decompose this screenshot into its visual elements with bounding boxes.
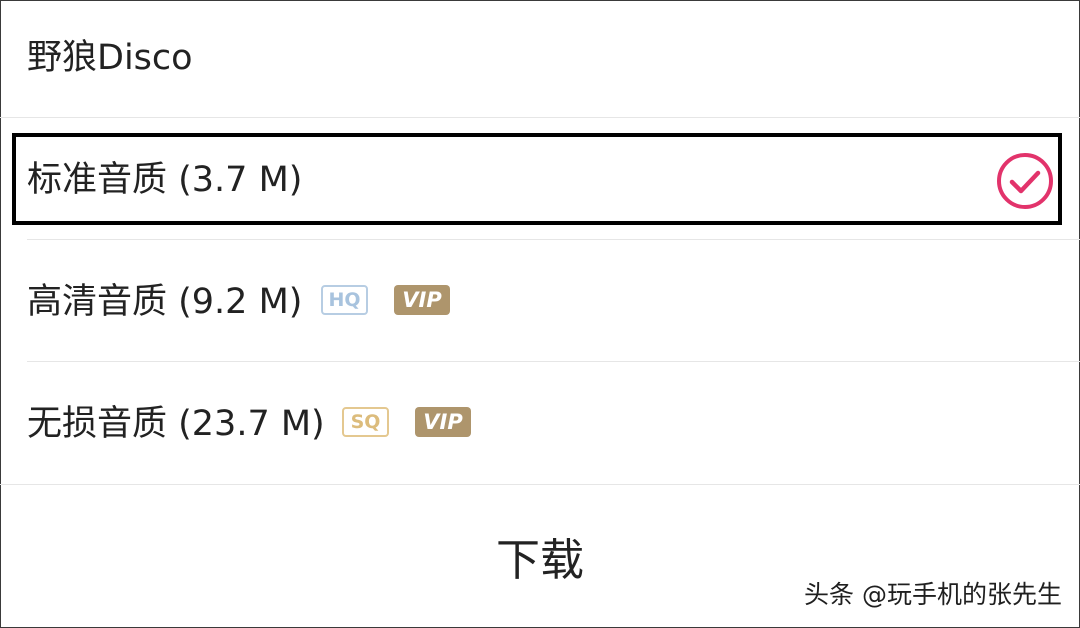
quality-option-standard[interactable]: 标准音质 (3.7 M) <box>0 130 1080 252</box>
quality-option-label: 高清音质 (9.2 M) <box>27 282 303 322</box>
sq-badge: SQ <box>342 407 389 437</box>
watermark: 头条 @玩手机的张先生 <box>804 580 1062 609</box>
divider <box>0 117 1080 118</box>
quality-option-label: 标准音质 (3.7 M) <box>27 160 303 200</box>
song-title: 野狼Disco <box>27 38 193 78</box>
vip-badge: VIP <box>394 285 450 315</box>
quality-option-hq[interactable]: 高清音质 (9.2 M) HQ VIP <box>0 239 1080 361</box>
check-circle-icon <box>995 151 1055 211</box>
quality-option-lossless[interactable]: 无损音质 (23.7 M) SQ VIP <box>0 361 1080 483</box>
hq-badge: HQ <box>321 285 368 315</box>
quality-option-label: 无损音质 (23.7 M) <box>27 404 325 444</box>
vip-badge: VIP <box>415 407 471 437</box>
